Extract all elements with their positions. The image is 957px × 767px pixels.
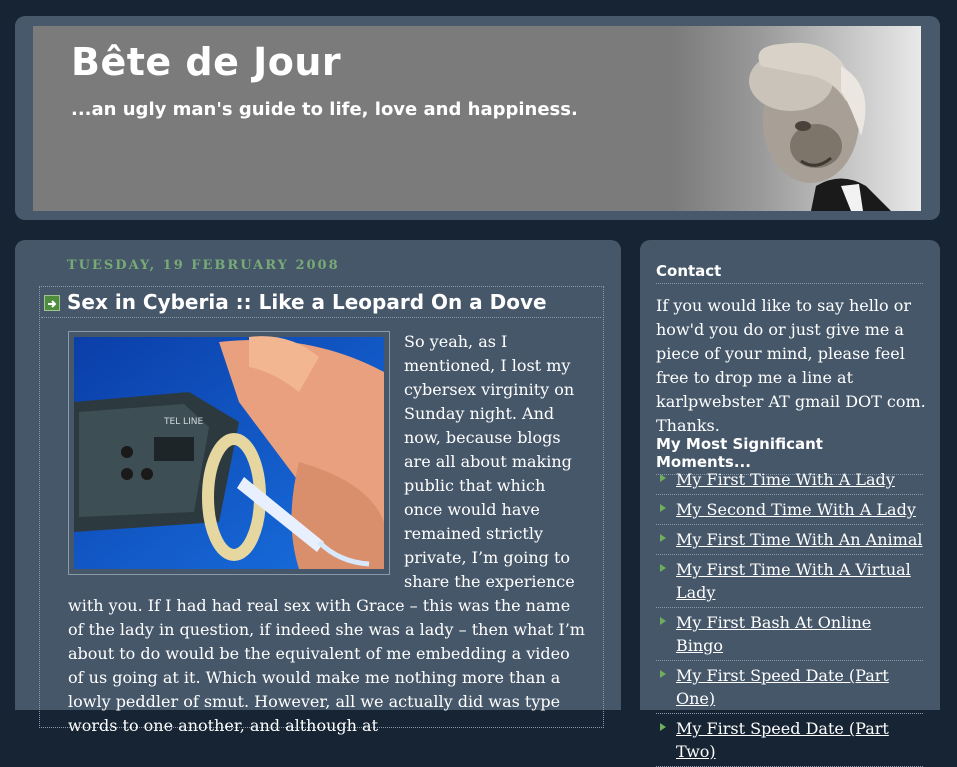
moment-link[interactable]: My First Time With A Virtual Lady	[676, 560, 911, 602]
sidebar: Contact If you would like to say hello o…	[640, 240, 940, 767]
bullet-arrow-icon	[660, 617, 666, 625]
header-banner: Bête de Jour ...an ugly man's guide to l…	[33, 26, 921, 211]
moment-link[interactable]: My First Time With An Animal	[676, 530, 922, 549]
list-item: My First Time With An Animal	[656, 525, 923, 555]
list-item: My First Bash At Online Bingo	[656, 608, 923, 661]
moment-link[interactable]: My First Speed Date (Part Two)	[676, 719, 889, 761]
blog-title[interactable]: Bête de Jour	[71, 40, 341, 84]
header-portrait-image	[749, 42, 891, 211]
moments-list: My First Time With A Lady My Second Time…	[656, 465, 923, 767]
main-column: TUESDAY, 19 FEBRUARY 2008 Sex in Cyberia…	[15, 240, 621, 735]
list-item: My First Speed Date (Part One)	[656, 661, 923, 714]
bullet-arrow-icon	[660, 564, 666, 572]
bullet-arrow-icon	[660, 504, 666, 512]
bullet-arrow-icon	[660, 534, 666, 542]
post-body: So yeah, as I mentioned, I lost my cyber…	[68, 330, 588, 738]
post-date: TUESDAY, 19 FEBRUARY 2008	[67, 258, 340, 273]
blog-header: Bête de Jour ...an ugly man's guide to l…	[15, 16, 940, 220]
moment-link[interactable]: My First Time With A Lady	[676, 470, 895, 489]
bullet-arrow-icon	[660, 474, 666, 482]
list-item: My First Time With A Lady	[656, 465, 923, 495]
contact-heading: Contact	[656, 262, 923, 284]
moment-link[interactable]: My First Speed Date (Part One)	[676, 666, 889, 708]
list-item: My First Speed Date (Part Two)	[656, 714, 923, 767]
moment-link[interactable]: My Second Time With A Lady	[676, 500, 916, 519]
list-item: My Second Time With A Lady	[656, 495, 923, 525]
blog-description: ...an ugly man's guide to life, love and…	[71, 99, 578, 120]
bullet-arrow-icon	[660, 670, 666, 678]
list-item: My First Time With A Virtual Lady	[656, 555, 923, 608]
moment-link[interactable]: My First Bash At Online Bingo	[676, 613, 871, 655]
arrow-right-icon	[44, 295, 60, 311]
divider	[41, 317, 601, 318]
post-title[interactable]: Sex in Cyberia :: Like a Leopard On a Do…	[67, 290, 547, 314]
bullet-arrow-icon	[660, 723, 666, 731]
contact-text: If you would like to say hello or how'd …	[656, 296, 926, 435]
